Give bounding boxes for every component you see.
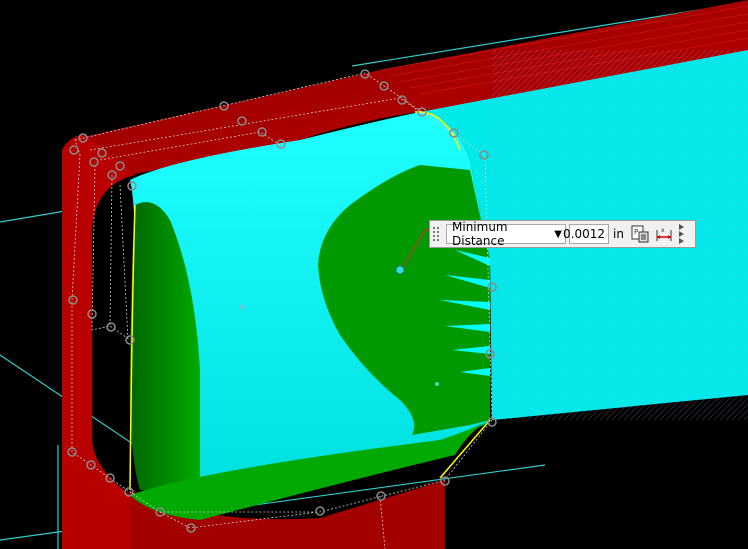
svg-text:x: x	[661, 227, 665, 234]
measure-toolbar[interactable]: Minimum Distance ▼ 0.0012 in P x	[429, 220, 696, 248]
svg-text:P: P	[634, 228, 638, 236]
distance-value: 0.0012	[563, 227, 605, 241]
cad-viewport[interactable]	[0, 0, 748, 549]
model-view[interactable]	[0, 0, 748, 549]
dimension-button[interactable]: x	[653, 223, 675, 245]
copy-to-clipboard-icon: P	[631, 225, 649, 243]
distance-unit: in	[613, 227, 624, 241]
overflow-chevron-icon[interactable]	[679, 224, 684, 244]
caret-down-icon: ▼	[554, 228, 562, 240]
measure-type-dropdown[interactable]: Minimum Distance ▼	[446, 220, 566, 248]
frame-left-red	[62, 135, 135, 549]
distance-value-field[interactable]: 0.0012	[563, 224, 609, 244]
grip-handle-icon[interactable]	[430, 221, 441, 247]
measure-type-label: Minimum Distance	[452, 220, 508, 248]
dimension-measure-icon: x	[656, 227, 672, 241]
copy-to-clipboard-button[interactable]: P	[629, 223, 651, 245]
